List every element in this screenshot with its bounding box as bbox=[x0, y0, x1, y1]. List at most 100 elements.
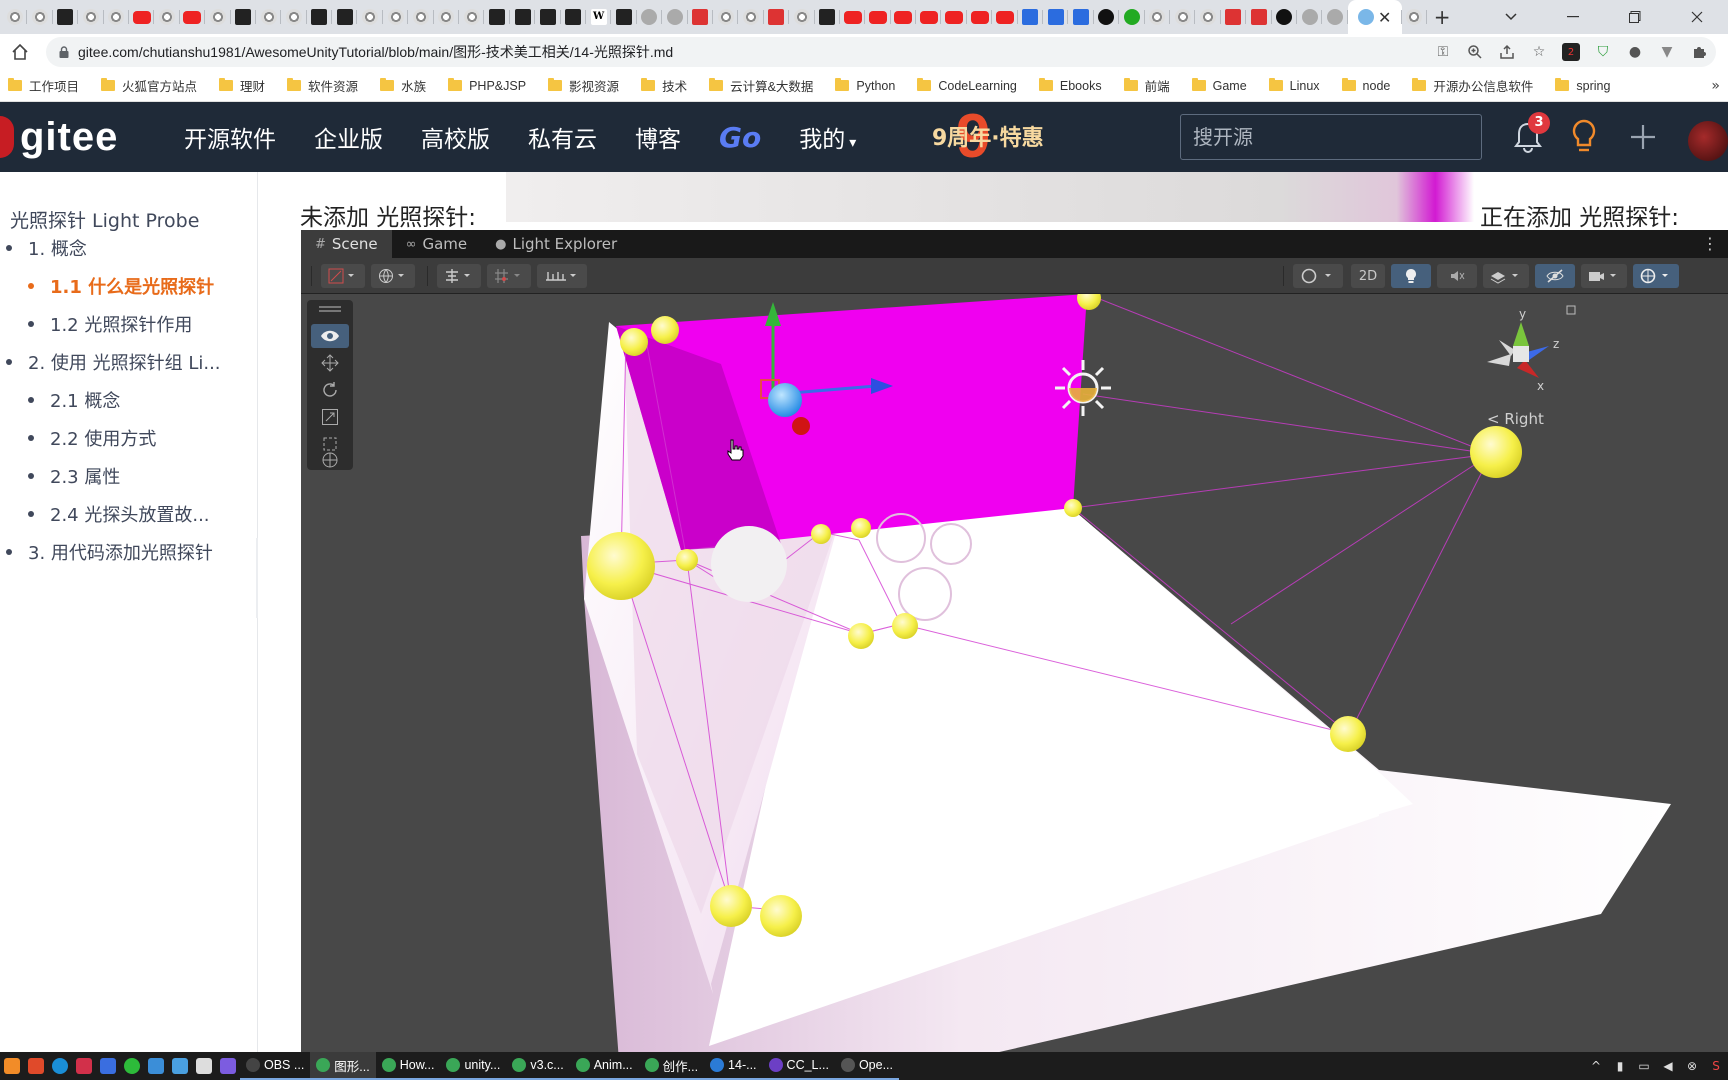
anniversary-promo-banner[interactable]: 9 9周年·特惠 bbox=[930, 106, 1056, 168]
browser-tab[interactable] bbox=[916, 0, 942, 34]
volume-icon[interactable]: ◀ bbox=[1660, 1058, 1676, 1074]
lock-icon[interactable] bbox=[1566, 305, 1576, 315]
taskbar-window[interactable]: Ope... bbox=[834, 1052, 899, 1080]
toc-item[interactable]: 2. 使用 光照探针组 Li... bbox=[6, 349, 221, 375]
browser-tab-active[interactable]: ✕ bbox=[1347, 0, 1402, 34]
bookmark-folder[interactable]: node bbox=[1341, 78, 1390, 93]
browser-tab[interactable] bbox=[1043, 0, 1069, 34]
bookmarks-more-button[interactable]: » bbox=[1711, 70, 1720, 102]
bookmark-folder[interactable]: Ebooks bbox=[1038, 78, 1102, 93]
browser-tab[interactable] bbox=[967, 0, 993, 34]
maximize-button[interactable] bbox=[1604, 0, 1666, 34]
microphone-icon[interactable]: ▮ bbox=[1612, 1058, 1628, 1074]
browser-tab[interactable] bbox=[307, 0, 333, 34]
bookmark-folder[interactable]: CodeLearning bbox=[917, 78, 1017, 93]
tab-scene[interactable]: # Scene bbox=[301, 230, 392, 258]
notification-icon[interactable]: S bbox=[1708, 1058, 1724, 1074]
taskbar-window[interactable]: 图形... bbox=[310, 1052, 376, 1080]
extension-badge-icon[interactable]: 2 bbox=[1562, 43, 1580, 61]
bookmark-folder[interactable]: 软件资源 bbox=[287, 76, 358, 95]
shield-icon[interactable]: ⛉ bbox=[1594, 43, 1612, 61]
bookmark-star-icon[interactable]: ☆ bbox=[1530, 43, 1548, 61]
taskbar-icon-app7[interactable] bbox=[192, 1052, 216, 1080]
nav-private-cloud[interactable]: 私有云 bbox=[528, 120, 597, 154]
bookmark-folder[interactable]: PHP&JSP bbox=[448, 78, 526, 93]
taskbar-icon-app8[interactable] bbox=[216, 1052, 240, 1080]
key-icon[interactable]: ⚿ bbox=[1434, 43, 1452, 61]
transform-tool-button[interactable] bbox=[311, 450, 349, 470]
nav-education[interactable]: 高校版 bbox=[421, 120, 490, 154]
bookmark-folder[interactable]: 工作项目 bbox=[8, 76, 79, 95]
browser-tab[interactable] bbox=[1018, 0, 1044, 34]
toc-title[interactable]: 光照探针 Light Probe bbox=[10, 206, 199, 233]
browser-tab[interactable] bbox=[815, 0, 841, 34]
taskbar-window[interactable]: Anim... bbox=[569, 1052, 639, 1080]
taskbar-window[interactable]: OBS ... bbox=[240, 1052, 311, 1080]
browser-tab[interactable] bbox=[180, 0, 206, 34]
pivot-dropdown[interactable] bbox=[437, 264, 481, 288]
reflection-probe-sphere[interactable] bbox=[711, 526, 787, 602]
new-tab-button[interactable]: + bbox=[1427, 0, 1457, 34]
camera-dropdown[interactable] bbox=[1581, 264, 1627, 288]
globe-dropdown[interactable] bbox=[371, 264, 415, 288]
toc-item[interactable]: 2.3 属性 bbox=[28, 463, 120, 489]
browser-tab[interactable] bbox=[840, 0, 866, 34]
browser-tab[interactable] bbox=[738, 0, 765, 34]
lightbulb-icon[interactable] bbox=[1568, 118, 1600, 156]
browser-tab[interactable] bbox=[688, 0, 714, 34]
toc-item[interactable]: 2.4 光探头放置故... bbox=[28, 501, 210, 527]
browser-tab[interactable] bbox=[408, 0, 435, 34]
puzzle-icon[interactable] bbox=[1690, 43, 1708, 61]
toc-item[interactable]: 1. 概念 bbox=[6, 235, 87, 261]
browser-tab[interactable] bbox=[1246, 0, 1272, 34]
browser-tab[interactable] bbox=[1068, 0, 1095, 34]
browser-tab[interactable] bbox=[1402, 0, 1428, 34]
bookmark-folder[interactable]: 云计算&大数据 bbox=[709, 76, 813, 95]
browser-tab[interactable] bbox=[104, 0, 130, 34]
toc-item[interactable]: 2.1 概念 bbox=[28, 387, 120, 413]
browser-tab[interactable] bbox=[1272, 0, 1298, 34]
search-input[interactable] bbox=[1180, 114, 1482, 160]
browser-tab[interactable] bbox=[662, 0, 688, 34]
scene-orientation-gizmo[interactable]: y z x bbox=[1487, 305, 1576, 393]
nav-mine[interactable]: 我的 ▾ bbox=[799, 120, 856, 154]
tab-search-button[interactable] bbox=[1480, 0, 1542, 34]
browser-tab[interactable] bbox=[27, 0, 54, 34]
move-tool-button[interactable] bbox=[311, 351, 349, 375]
scene-render[interactable]: y z x bbox=[301, 294, 1728, 1052]
browser-tab[interactable] bbox=[1119, 0, 1145, 34]
nav-blog[interactable]: 博客 bbox=[635, 120, 681, 154]
close-window-button[interactable] bbox=[1666, 0, 1728, 34]
browser-tab[interactable] bbox=[764, 0, 790, 34]
vue-extension-icon[interactable]: ▼ bbox=[1658, 43, 1676, 61]
grid-snap-dropdown[interactable] bbox=[487, 264, 531, 288]
increment-snap-dropdown[interactable] bbox=[537, 264, 587, 288]
toggle-2d-button[interactable]: 2D bbox=[1351, 264, 1385, 288]
browser-tab[interactable] bbox=[1170, 0, 1196, 34]
browser-tab[interactable] bbox=[434, 0, 460, 34]
taskbar-icon-app2[interactable] bbox=[24, 1052, 48, 1080]
bookmark-folder[interactable]: 水族 bbox=[380, 76, 426, 95]
network-icon[interactable]: ▭ bbox=[1636, 1058, 1652, 1074]
browser-tab[interactable] bbox=[154, 0, 181, 34]
minimize-button[interactable] bbox=[1542, 0, 1604, 34]
browser-tab[interactable] bbox=[53, 0, 79, 34]
browser-tab[interactable] bbox=[1195, 0, 1222, 34]
browser-tab[interactable] bbox=[459, 0, 485, 34]
lock-icon[interactable] bbox=[58, 46, 70, 58]
scene-visibility-toggle[interactable] bbox=[1535, 264, 1575, 288]
toc-item[interactable]: 3. 用代码添加光照探针 bbox=[6, 539, 213, 565]
browser-tab[interactable] bbox=[865, 0, 892, 34]
browser-tab[interactable]: W bbox=[586, 0, 612, 34]
browser-tab[interactable] bbox=[357, 0, 384, 34]
draw-mode-dropdown[interactable] bbox=[321, 264, 365, 288]
browser-tab[interactable] bbox=[891, 0, 917, 34]
more-options-icon[interactable]: ⋮ bbox=[1702, 234, 1718, 253]
bookmark-folder[interactable]: 理财 bbox=[219, 76, 265, 95]
browser-tab[interactable] bbox=[205, 0, 231, 34]
effects-dropdown[interactable] bbox=[1483, 264, 1529, 288]
browser-tab[interactable] bbox=[611, 0, 638, 34]
bookmark-folder[interactable]: spring bbox=[1555, 78, 1610, 93]
browser-tab[interactable] bbox=[510, 0, 536, 34]
extension-icon[interactable]: ● bbox=[1626, 43, 1644, 61]
